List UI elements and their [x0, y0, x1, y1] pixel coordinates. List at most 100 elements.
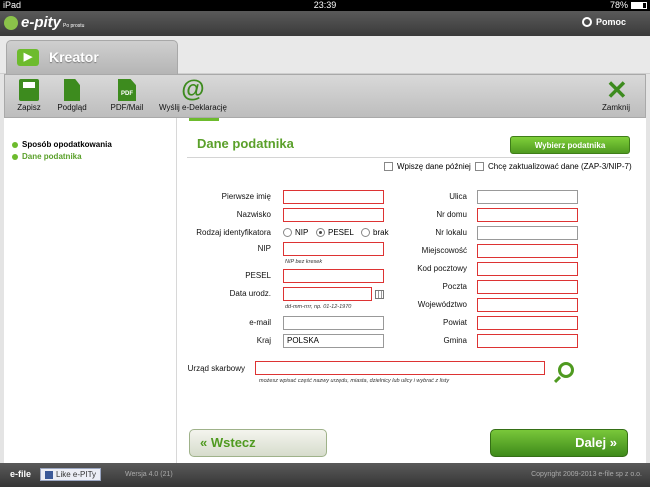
battery-indicator: 78% [610, 0, 647, 11]
label-tax-office: Urząd skarbowy [187, 364, 245, 373]
pdf-mail-label: PDF/Mail [110, 103, 144, 112]
label-post: Poczta [442, 282, 467, 291]
pesel-input[interactable] [283, 269, 384, 283]
back-label: Wstecz [210, 435, 256, 450]
sidebar-item-taxpayer-data[interactable]: Dane podatnika [12, 152, 82, 161]
battery-percent: 78% [609, 0, 628, 10]
gear-icon [581, 17, 592, 27]
wizard-icon: ▶ [17, 49, 39, 66]
radio-nip[interactable]: NIP [283, 228, 308, 237]
progress-marker [189, 118, 219, 121]
preview-label: Podgląd [57, 103, 87, 112]
checkbox-label: Wpiszę dane później [397, 162, 471, 171]
page-title: Dane podatnika [197, 136, 294, 151]
app-logo: e-pity Po prostu [4, 14, 84, 31]
step-bullet-icon [12, 153, 18, 160]
footer-brand: e-file [10, 469, 32, 479]
first-name-input[interactable] [283, 190, 384, 204]
street-input[interactable] [477, 190, 578, 204]
house-no-input[interactable] [477, 208, 578, 222]
wizard-tabstrip: ▶ Kreator [0, 36, 650, 74]
county-select[interactable] [477, 316, 578, 330]
label-email: e-mail [249, 318, 271, 327]
form-panel: Dane podatnika Wybierz podatnika Wpiszę … [176, 118, 646, 463]
radio-circle[interactable] [361, 228, 370, 237]
email-input[interactable] [283, 316, 384, 330]
radio-label: NIP [295, 228, 309, 237]
label-nip: NIP [257, 244, 271, 253]
checkbox-box[interactable] [384, 162, 393, 171]
radio-none[interactable]: brak [361, 228, 389, 237]
checkbox-label: Chcę zaktualizować dane (ZAP-3/NIP-7) [488, 162, 632, 171]
logo-name: e-pity [21, 14, 62, 31]
label-postal-code: Kod pocztowy [417, 264, 467, 273]
nip-input[interactable] [283, 242, 384, 256]
checkbox-box[interactable] [475, 162, 484, 171]
divider [187, 157, 630, 158]
label-first-name: Pierwsze imię [221, 192, 271, 201]
commune-select[interactable] [477, 334, 578, 348]
status-bar: iPad 23:39 78% [0, 0, 650, 11]
logo-tagline: Po prostu [63, 22, 85, 29]
sidebar-item-label: Dane podatnika [22, 152, 82, 161]
surname-input[interactable] [283, 208, 384, 222]
close-button[interactable]: ✕ Zamknij [601, 77, 631, 112]
label-country: Kraj [256, 336, 271, 345]
postal-code-input[interactable] [477, 262, 578, 276]
checkbox-fill-later[interactable]: Wpiszę dane później [384, 162, 471, 171]
label-voivodeship: Województwo [417, 300, 467, 309]
next-label: Dalej [575, 435, 607, 450]
facebook-icon [45, 470, 53, 479]
back-button[interactable]: « Wstecz [189, 429, 327, 457]
radio-label: brak [373, 228, 389, 237]
label-pesel: PESEL [245, 271, 271, 280]
city-input[interactable] [477, 244, 578, 258]
radio-label: PESEL [328, 228, 354, 237]
sidebar-item-taxation[interactable]: Sposób opodatkowania [12, 140, 112, 149]
facebook-like-button[interactable]: Like e-PITy [40, 468, 102, 481]
next-button[interactable]: Dalej » [490, 429, 628, 457]
logo-icon [4, 15, 18, 30]
label-house-no: Nr domu [436, 210, 467, 219]
preview-button[interactable]: Podgląd [55, 79, 89, 112]
label-county: Powiat [442, 318, 467, 327]
help-button[interactable]: Pomoc [581, 17, 626, 27]
battery-icon [631, 2, 647, 9]
footer: e-file Like e-PITy Wersja 4.0 (21) Copyr… [0, 463, 650, 487]
floppy-icon [19, 79, 39, 101]
tax-office-input[interactable] [255, 361, 545, 375]
tab-kreator[interactable]: ▶ Kreator [6, 40, 178, 74]
send-label: Wyślij e-Deklarację [159, 103, 227, 112]
label-surname: Nazwisko [236, 210, 271, 219]
birth-date-input[interactable] [283, 287, 372, 301]
post-input[interactable] [477, 280, 578, 294]
label-street: Ulica [449, 192, 467, 201]
pdf-mail-button[interactable]: PDF PDF/Mail [109, 79, 145, 112]
sidebar-item-label: Sposób opodatkowania [22, 140, 112, 149]
app-header: e-pity Po prostu Pomoc [0, 11, 650, 36]
at-sign-icon: @ [181, 76, 205, 103]
label-birth-date: Data urodz. [229, 289, 271, 298]
pdf-icon: PDF [118, 79, 136, 101]
label-commune: Gmina [443, 336, 467, 345]
radio-circle[interactable] [316, 228, 325, 237]
wizard-title: Kreator [49, 49, 99, 65]
radio-circle[interactable] [283, 228, 292, 237]
help-label: Pomoc [595, 17, 626, 27]
close-label: Zamknij [601, 103, 630, 112]
calendar-icon[interactable] [375, 290, 384, 299]
voivodeship-select[interactable] [477, 298, 578, 312]
label-city: Miejscowość [421, 246, 467, 255]
radio-pesel[interactable]: PESEL [316, 228, 354, 237]
select-taxpayer-button[interactable]: Wybierz podatnika [510, 136, 630, 154]
send-declaration-button[interactable]: @ Wyślij e-Deklarację [155, 76, 231, 113]
checkbox-update-data[interactable]: Chcę zaktualizować dane (ZAP-3/NIP-7) [475, 162, 632, 171]
country-select[interactable]: POLSKA [283, 334, 384, 348]
version-text: Wersja 4.0 (21) [125, 471, 173, 478]
search-icon[interactable] [558, 362, 574, 378]
chevrons-left-icon: « [200, 435, 208, 450]
save-button[interactable]: Zapisz [17, 79, 41, 112]
label-flat-no: Nr lokalu [435, 228, 467, 237]
flat-no-input[interactable] [477, 226, 578, 240]
copyright-text: Copyright 2009-2013 e-file sp z o.o. [531, 471, 642, 478]
